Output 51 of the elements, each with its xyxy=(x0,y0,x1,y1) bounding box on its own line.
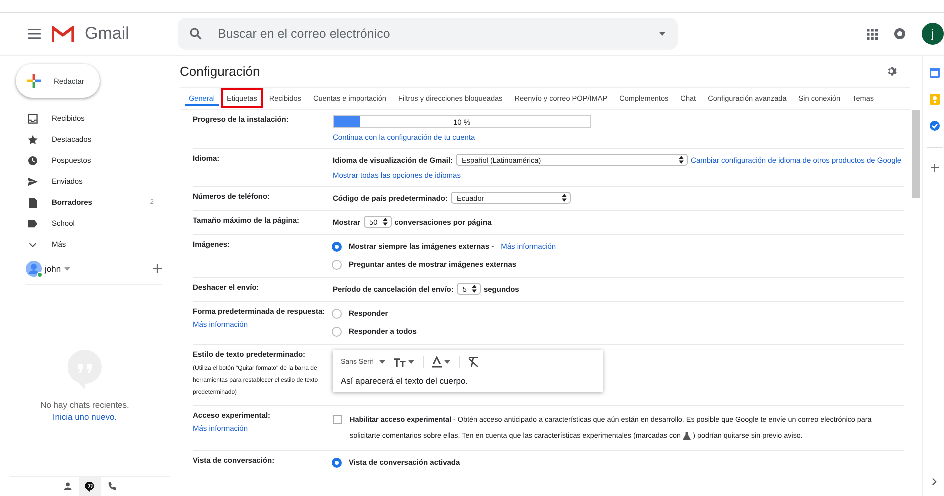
account-avatar[interactable]: j xyxy=(922,23,944,45)
check-circle-icon[interactable] xyxy=(930,121,940,131)
chevron-right-icon[interactable] xyxy=(932,478,937,486)
caret-icon xyxy=(472,285,477,293)
start-chat-link[interactable]: Inicia uno nuevo. xyxy=(52,412,118,422)
text-size-icon[interactable] xyxy=(394,357,406,367)
radio-button[interactable] xyxy=(332,308,342,318)
apps-grid-icon[interactable] xyxy=(867,28,878,40)
radio-button[interactable] xyxy=(332,242,342,252)
caret-icon xyxy=(64,266,72,270)
caret-icon xyxy=(379,360,386,364)
search-icon xyxy=(190,28,202,40)
caret-icon xyxy=(408,360,416,364)
inbox-icon xyxy=(28,114,38,124)
editor-sample-text: Así aparecerá el texto del cuerpo. xyxy=(341,376,470,386)
app-name: Gmail xyxy=(85,24,130,44)
phone-icon xyxy=(107,482,117,492)
chat-user-name[interactable]: john xyxy=(45,264,62,274)
send-icon xyxy=(28,176,38,186)
text-color-icon[interactable] xyxy=(432,356,442,368)
document-icon xyxy=(28,198,38,208)
settings-icon[interactable] xyxy=(887,66,898,77)
clear-formatting-icon[interactable] xyxy=(468,357,480,367)
plus-icon[interactable] xyxy=(153,264,162,273)
star-icon xyxy=(28,134,38,144)
avatar-icon xyxy=(26,260,42,276)
caret-icon xyxy=(562,194,568,202)
mail-logo-icon xyxy=(52,26,74,42)
caret-icon xyxy=(659,32,666,36)
chat-bubble-icon xyxy=(85,482,95,492)
caret-icon xyxy=(444,360,452,364)
clock-icon xyxy=(28,156,38,166)
radio-button[interactable] xyxy=(332,326,342,336)
plus-icon xyxy=(27,74,41,88)
plus-icon[interactable] xyxy=(930,164,938,172)
radio-button[interactable] xyxy=(332,260,342,270)
caret-icon xyxy=(679,156,684,164)
caret-icon xyxy=(382,218,388,226)
radio-button[interactable] xyxy=(332,458,342,468)
search-field[interactable]: Buscar en el correo electrónico xyxy=(178,18,678,50)
label-icon xyxy=(28,218,38,228)
calendar-icon[interactable] xyxy=(930,68,940,78)
checkbox[interactable] xyxy=(333,415,342,424)
person-icon xyxy=(63,482,73,492)
flask-icon xyxy=(683,432,692,440)
search-input[interactable]: Buscar en el correo electrónico xyxy=(216,26,645,42)
empty-chat-message: No hay chats recientes. xyxy=(40,400,130,410)
menu-icon[interactable] xyxy=(28,29,41,39)
scrollbar-thumb[interactable] xyxy=(912,110,920,198)
page-title: Configuración xyxy=(180,64,260,79)
chat-tab[interactable] xyxy=(79,477,101,496)
